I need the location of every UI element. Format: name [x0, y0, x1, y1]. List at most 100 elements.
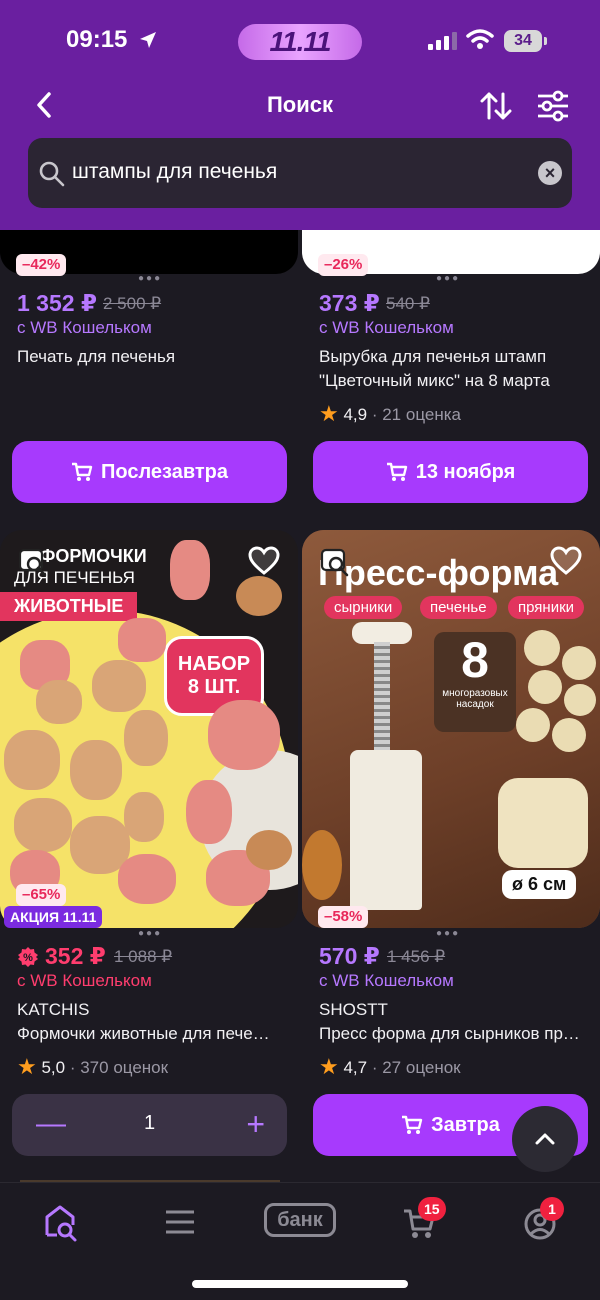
image-tag: сырники — [324, 596, 403, 619]
battery-tip — [544, 37, 547, 45]
brand-name[interactable]: KATCHIS — [17, 998, 292, 1022]
home-search-icon — [45, 1205, 77, 1242]
cookie-cutter — [124, 792, 164, 842]
wallet-price-note: с WB Кошельком — [17, 971, 152, 990]
search-query[interactable]: штампы для печенья — [72, 160, 277, 184]
product-name[interactable]: Печать для печенья — [17, 345, 292, 369]
price: 373 ₽ — [319, 290, 380, 316]
nozzle-label2: насадок — [456, 699, 494, 710]
svg-text:%: % — [23, 952, 33, 964]
chevron-up-icon — [535, 1133, 555, 1145]
reviews-count: · 370 оценок — [69, 1058, 169, 1077]
cookie-cutter — [92, 660, 146, 712]
clear-icon[interactable]: × — [538, 161, 562, 185]
discount-badge: –26% — [318, 254, 369, 276]
wallet-price-note: с WB Кошельком — [319, 318, 454, 337]
search-header: Поиск штампы для печенья × — [0, 80, 600, 230]
image-tag: пряники — [508, 596, 585, 619]
nozzle-stamp — [524, 630, 560, 666]
location-arrow-icon — [140, 32, 156, 48]
old-price: 1 088 ₽ — [114, 947, 173, 966]
cart-count-badge: 15 — [418, 1197, 446, 1221]
nozzle-stamp — [562, 646, 596, 680]
product-rating: ★ 4,9 · 21 оценка — [319, 400, 461, 426]
press-handle — [352, 622, 412, 644]
discount-badge: –42% — [16, 254, 67, 276]
similar-search-icon[interactable] — [18, 548, 48, 578]
cookie-cutter — [124, 710, 168, 766]
battery-indicator: 34 — [504, 30, 542, 52]
rating-value: 4,7 — [343, 1058, 368, 1077]
star-icon: ★ — [319, 1054, 339, 1079]
cookie-cutter — [170, 540, 210, 600]
delivery-date: 13 ноября — [415, 461, 516, 483]
product-name[interactable]: Пресс форма для сырников пряников — [319, 1022, 581, 1046]
rating-value: 4,9 — [343, 405, 368, 424]
scroll-to-top-button[interactable] — [512, 1106, 578, 1172]
set-badge-line1: НАБОР — [177, 653, 251, 675]
tab-profile[interactable]: 1 — [510, 1197, 570, 1247]
wallet-price-note: с WB Кошельком — [17, 318, 152, 337]
egg — [236, 576, 282, 616]
product-image-4[interactable]: Пресс-форма сырники печенье пряники 8 мн… — [302, 530, 600, 928]
similar-search-icon[interactable] — [320, 548, 350, 578]
heart-icon[interactable] — [248, 546, 280, 576]
mooncake-fried — [302, 830, 342, 900]
discount-badge: –65% — [16, 884, 67, 906]
nozzle-stamp — [516, 708, 550, 742]
promo-badge[interactable]: 11.11 — [238, 24, 362, 60]
add-to-cart-button[interactable]: 13 ноября — [313, 441, 588, 503]
filter-icon[interactable] — [536, 90, 570, 122]
price: 352 ₽ — [45, 943, 106, 969]
tab-catalog[interactable] — [150, 1197, 210, 1247]
press-body — [350, 750, 422, 910]
status-bar: 09:15 11.11 34 — [0, 0, 600, 80]
search-input[interactable]: штампы для печенья × — [28, 138, 572, 208]
image-pager-dots: ●●● — [138, 273, 163, 284]
product-image-3[interactable]: ФОРМОЧКИ ДЛЯ ПЕЧЕНЬЯ ЖИВОТНЫЕ НАБОР 8 ШТ… — [0, 530, 298, 928]
product-rating: ★ 4,7 · 27 оценок — [319, 1053, 461, 1079]
set-badge-line2: 8 ШТ. — [187, 676, 241, 698]
reviews-count: · 21 оценка — [371, 405, 461, 424]
tab-cart[interactable]: 15 — [390, 1197, 450, 1247]
reviews-count: · 27 оценок — [371, 1058, 461, 1077]
product-name[interactable]: Формочки животные для печенья — [17, 1022, 279, 1046]
cart-icon — [72, 462, 93, 481]
image-title: Пресс-форма — [318, 552, 559, 593]
nozzle-stamp — [528, 670, 562, 704]
product-name-line1[interactable]: Вырубка для печенья штамп — [319, 345, 594, 369]
menu-icon — [166, 1210, 194, 1234]
sort-icon[interactable] — [478, 88, 514, 124]
old-price: 540 ₽ — [386, 294, 430, 313]
clock: 09:15 — [66, 26, 128, 53]
cookie-cutter — [70, 740, 122, 800]
search-icon — [39, 161, 65, 187]
tab-home-search[interactable] — [30, 1197, 90, 1247]
image-tag: печенье — [420, 596, 497, 619]
heart-icon[interactable] — [550, 546, 582, 576]
nozzle-count: 8 — [461, 632, 489, 688]
product-rating: ★ 5,0 · 370 оценок — [17, 1053, 168, 1079]
image-text-line1: ФОРМОЧКИ — [40, 546, 147, 566]
price: 1 352 ₽ — [17, 290, 97, 316]
tab-bank[interactable]: банк — [264, 1203, 336, 1237]
cookie-cutter — [186, 780, 232, 844]
nozzle-stamp — [552, 718, 586, 752]
star-icon: ★ — [319, 401, 339, 426]
delivery-date: Послезавтра — [101, 461, 228, 483]
image-pager-dots: ●●● — [138, 928, 163, 939]
discount-badge: –58% — [318, 906, 369, 928]
mooncake — [498, 778, 588, 868]
add-to-cart-button[interactable]: Послезавтра — [12, 441, 287, 503]
image-pager-dots: ●●● — [436, 928, 461, 939]
product-name-line2[interactable]: "Цветочный микс" на 8 марта — [319, 369, 594, 393]
nozzle-label1: многоразовых — [442, 688, 508, 699]
promo-action-badge: АКЦИЯ 11.11 — [4, 906, 103, 928]
nozzle-stamp — [564, 684, 596, 716]
quantity-stepper[interactable]: — 1 + — [12, 1094, 287, 1156]
increase-quantity-button[interactable]: + — [246, 1108, 265, 1140]
cellular-signal-icon — [428, 32, 457, 50]
cookie-cutter — [208, 700, 280, 770]
cookie-cutter — [4, 730, 60, 790]
brand-name[interactable]: SHOSTT — [319, 998, 594, 1022]
